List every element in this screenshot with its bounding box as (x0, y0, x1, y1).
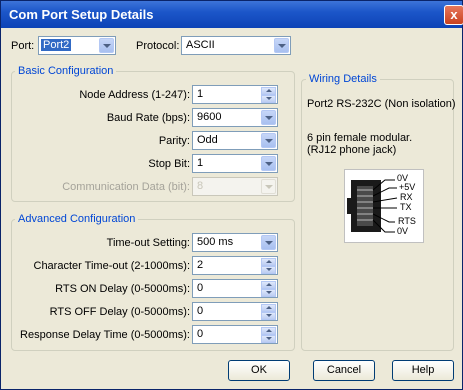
title-bar[interactable]: Com Port Setup Details x (1, 1, 463, 28)
rts-off-delay-value: 0 (197, 305, 204, 317)
rj12-diagram: 0V +5V RX TX RTS 0V (344, 169, 424, 243)
response-delay-spinner[interactable]: 0 (192, 325, 278, 344)
spin-up-icon[interactable] (261, 281, 276, 289)
chevron-down-icon[interactable] (99, 38, 114, 53)
close-icon: x (450, 7, 458, 22)
spin-down-icon[interactable] (261, 312, 276, 320)
chevron-down-icon[interactable] (274, 38, 289, 53)
close-button[interactable]: x (444, 5, 463, 25)
node-address-spinner[interactable]: 1 (192, 85, 278, 104)
spin-down-icon[interactable] (261, 289, 276, 297)
port-value: Port2 (41, 39, 72, 51)
node-address-label: Node Address (1-247): (79, 89, 190, 101)
help-button[interactable]: Help (392, 360, 454, 381)
baud-rate-label: Baud Rate (bps): (106, 112, 190, 124)
timeout-label: Time-out Setting: (106, 237, 190, 249)
chevron-down-icon[interactable] (261, 156, 276, 171)
communication-data-label: Communication Data (bit): (62, 181, 190, 193)
ok-button[interactable]: OK (228, 360, 290, 381)
port-label: Port: (11, 40, 35, 52)
parity-label: Parity: (158, 135, 190, 147)
node-address-value: 1 (197, 88, 204, 100)
char-timeout-spinner[interactable]: 2 (192, 256, 278, 275)
timeout-select[interactable]: 500 ms (192, 233, 278, 252)
char-timeout-value: 2 (197, 259, 204, 271)
wiring-details-title: Wiring Details (306, 73, 380, 85)
spin-down-icon[interactable] (261, 335, 276, 343)
parity-select[interactable]: Odd (192, 131, 278, 150)
parity-value: Odd (197, 134, 218, 146)
stop-bit-value: 1 (197, 157, 204, 169)
baud-rate-value: 9600 (197, 111, 222, 123)
response-delay-label: Response Delay Time (0-5000ms): (20, 329, 190, 341)
rts-off-delay-spinner[interactable]: 0 (192, 302, 278, 321)
spin-up-icon[interactable] (261, 327, 276, 335)
rts-on-delay-label: RTS ON Delay (0-5000ms): (55, 283, 190, 295)
protocol-select[interactable]: ASCII (181, 36, 291, 55)
spin-down-icon[interactable] (261, 95, 276, 103)
pin-label: RX (400, 192, 413, 202)
chevron-down-icon[interactable] (261, 235, 276, 250)
stop-bit-select[interactable]: 1 (192, 154, 278, 173)
dialog-window: Com Port Setup Details x Port: Port2 Pro… (0, 0, 463, 390)
rts-on-delay-value: 0 (197, 282, 204, 294)
communication-data-value: 8 (197, 180, 204, 192)
wiring-port-description: Port2 RS-232C (Non isolation) (307, 98, 456, 110)
wiring-jack-line1: 6 pin female modular. (307, 132, 413, 144)
port-select[interactable]: Port2 (38, 36, 116, 55)
baud-rate-select[interactable]: 9600 (192, 108, 278, 127)
rts-on-delay-spinner[interactable]: 0 (192, 279, 278, 298)
pin-label: RTS (398, 216, 416, 226)
spin-up-icon[interactable] (261, 258, 276, 266)
window-title: Com Port Setup Details (9, 7, 154, 22)
char-timeout-label: Character Time-out (2-1000ms): (33, 260, 191, 272)
spin-up-icon[interactable] (261, 87, 276, 95)
spin-down-icon[interactable] (261, 266, 276, 274)
basic-configuration-title: Basic Configuration (15, 65, 117, 77)
cancel-button[interactable]: Cancel (313, 360, 375, 381)
rts-off-delay-label: RTS OFF Delay (0-5000ms): (49, 306, 190, 318)
pin-label: +5V (399, 182, 416, 192)
chevron-down-icon[interactable] (261, 110, 276, 125)
wiring-jack-line2: (RJ12 phone jack) (307, 144, 397, 156)
response-delay-value: 0 (197, 328, 204, 340)
pin-label: 0V (397, 226, 409, 236)
communication-data-select: 8 (192, 177, 278, 196)
protocol-label: Protocol: (136, 40, 180, 52)
chevron-down-icon[interactable] (261, 133, 276, 148)
timeout-value: 500 ms (197, 236, 234, 248)
protocol-value: ASCII (186, 39, 215, 51)
stop-bit-label: Stop Bit: (148, 158, 190, 170)
advanced-configuration-title: Advanced Configuration (15, 213, 139, 225)
spin-up-icon[interactable] (261, 304, 276, 312)
chevron-down-icon (261, 179, 276, 194)
pin-label: TX (400, 202, 412, 212)
